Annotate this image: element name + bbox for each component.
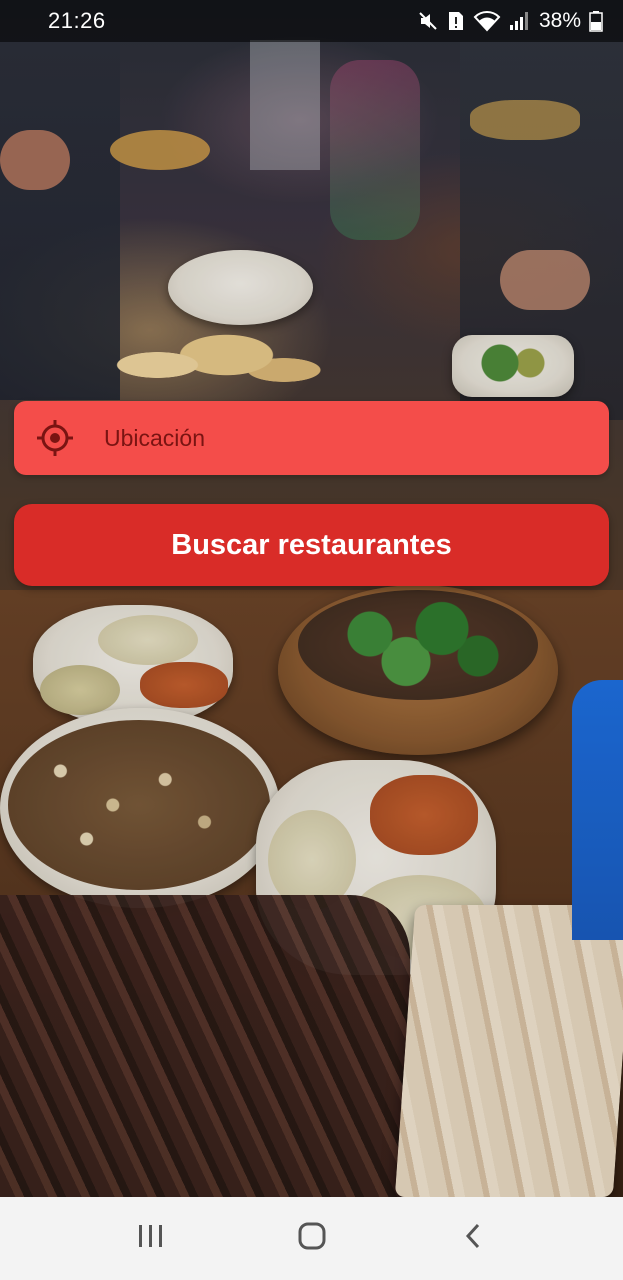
recent-apps-button[interactable]	[121, 1209, 181, 1269]
sim-alert-icon	[447, 10, 465, 32]
location-input[interactable]	[104, 424, 609, 452]
recent-apps-icon	[137, 1223, 165, 1254]
app-screen: 21:26 38% Ubicación Buscar restaurantes	[0, 0, 623, 1280]
crosshair-location-icon	[36, 419, 74, 457]
status-bar: 21:26 38%	[0, 0, 623, 42]
photo-dim-overlay	[0, 0, 623, 1197]
wifi-icon	[473, 10, 501, 32]
back-button[interactable]	[443, 1209, 503, 1269]
navigation-bar	[0, 1197, 623, 1280]
status-time: 21:26	[48, 8, 106, 33]
home-icon	[297, 1221, 327, 1256]
home-button[interactable]	[282, 1209, 342, 1269]
status-icons: 38%	[417, 9, 603, 33]
battery-percent: 38%	[538, 9, 581, 32]
search-restaurants-button[interactable]: Buscar restaurantes	[14, 504, 609, 586]
location-field[interactable]	[14, 401, 609, 475]
signal-icon	[509, 10, 531, 32]
battery-icon	[589, 10, 603, 32]
mute-icon	[417, 10, 439, 32]
back-icon	[463, 1221, 483, 1256]
